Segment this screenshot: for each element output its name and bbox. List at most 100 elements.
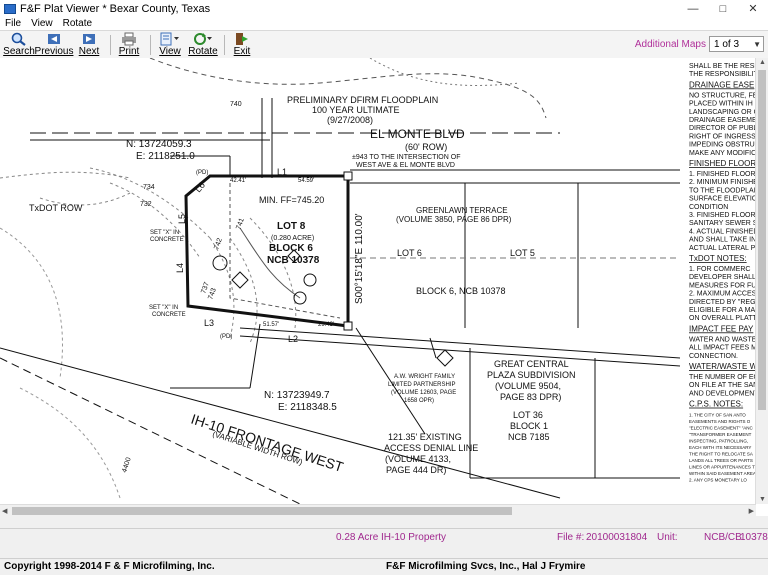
intersection-text-1: ±943 TO THE INTERSECTION OF <box>352 154 460 161</box>
view-button[interactable]: View <box>158 32 182 58</box>
label-l6: L6 <box>193 180 207 194</box>
plat-note-line: LANDS ALL TREES OR PARTS <box>689 458 753 463</box>
toolbar-separator <box>150 35 151 55</box>
plat-note-line: RIGHT OF INGRESS A <box>689 133 756 140</box>
plat-image: PRELIMINARY DFIRM FLOODPLAIN 100 YEAR UL… <box>0 58 768 505</box>
maximize-button[interactable]: □ <box>708 0 738 18</box>
credit-text: F&F Microfilming Svcs, Inc., Hal J Frymi… <box>386 561 586 572</box>
contour-732: 732 <box>140 201 152 208</box>
road-row: (60' ROW) <box>405 142 447 152</box>
plat-note-line: 2. MINIMUM FINISHE <box>689 179 756 186</box>
coord-e1: E: 2118251.0 <box>136 151 195 162</box>
exit-button[interactable]: Exit <box>232 32 252 58</box>
property-description: 0.28 Acre IH-10 Property <box>336 532 447 543</box>
label-l1: L1 <box>277 167 287 177</box>
access-denial-1: 121.35' EXISTING <box>388 432 462 442</box>
plat-note-line: ELIGIBLE FOR A MAX <box>689 307 756 314</box>
great-central-2: PLAZA SUBDIVISION <box>487 370 576 380</box>
rotate-button[interactable]: Rotate <box>188 32 218 58</box>
scroll-left-icon[interactable]: ◀ <box>2 507 7 515</box>
next-button[interactable]: Next <box>78 32 100 58</box>
frontage-road: IH-10 FRONTAGE WEST <box>189 411 346 476</box>
plat-note-line: SHALL BE THE RESPO <box>689 63 756 70</box>
plat-note-line: INSPECTING, PATROLLING, <box>689 439 748 444</box>
search-button[interactable]: Search <box>3 32 35 58</box>
pd-label-1: (PD) <box>196 170 208 176</box>
additional-maps-label: Additional Maps <box>634 39 706 50</box>
bearing-label: S00°15'18"E 110.00' <box>354 213 365 304</box>
previous-button[interactable]: Previous <box>35 32 73 58</box>
floodplain-text-2: 100 YEAR ULTIMATE <box>312 105 400 115</box>
lot36-3: NCB 7185 <box>508 432 550 442</box>
plat-note-line: CONNECTION. <box>689 353 738 360</box>
dim-3: 51.57' <box>263 322 279 328</box>
plat-note-line: C.P.S. NOTES: <box>689 400 743 409</box>
access-denial-4: PAGE 444 DR) <box>386 465 446 475</box>
plat-note-line: MAKE ANY MODIFICA <box>689 150 756 157</box>
plat-note-line: AND SHALL TAKE INT <box>689 237 756 244</box>
floodplain-text-1: PRELIMINARY DFIRM FLOODPLAIN <box>287 95 438 105</box>
plat-note-line: ALL IMPACT FEES M <box>689 345 756 352</box>
access-denial-3: (VOLUME 4133, <box>385 454 451 464</box>
menu-view[interactable]: View <box>26 18 58 30</box>
block6-label: BLOCK 6 <box>269 243 313 254</box>
print-label: Print <box>118 46 140 57</box>
contour-741: 741 <box>235 217 246 230</box>
plat-note-line: NO STRUCTURE, FEN <box>689 92 756 99</box>
minimize-button[interactable]: — <box>678 0 708 18</box>
block-ncb-label: BLOCK 6, NCB 10378 <box>416 286 506 296</box>
lot5-label: LOT 5 <box>510 248 535 258</box>
plat-notes: SHALL BE THE RESPOTHE RESPONSIBILITY C DR… <box>689 63 768 483</box>
next-icon <box>81 32 97 46</box>
chevron-down-icon: ▼ <box>753 40 761 49</box>
dim-4: 29.43' <box>318 322 334 328</box>
plat-note-line: WATER/WASTE W <box>689 362 756 371</box>
view-icon <box>160 32 180 46</box>
vertical-scrollbar[interactable]: ▲ ▼ <box>755 58 768 504</box>
contour-742: 742 <box>213 237 224 250</box>
print-button[interactable]: Print <box>119 32 139 58</box>
min-ff: MIN. FF=745.20 <box>259 195 324 205</box>
plat-note-line: IMPEDING OBSTRUC <box>689 142 756 149</box>
great-central-4: PAGE 83 DPR) <box>500 392 561 402</box>
close-button[interactable]: ✕ <box>738 0 768 18</box>
plat-viewer[interactable]: PRELIMINARY DFIRM FLOODPLAIN 100 YEAR UL… <box>0 58 768 516</box>
previous-icon <box>46 32 62 46</box>
scroll-right-icon[interactable]: ▶ <box>749 507 754 515</box>
horizontal-scroll-thumb[interactable] <box>12 507 512 515</box>
plat-note-line: FINISHED FLOOR <box>689 159 756 168</box>
file-number-label: File #: <box>557 532 585 543</box>
plat-note-line: ON OVERALL PLATTE <box>689 315 756 322</box>
great-central-3: (VOLUME 9504, <box>495 381 561 391</box>
next-label: Next <box>78 46 100 57</box>
plat-note-line: 4. ACTUAL FINISHED <box>689 228 756 235</box>
vertical-scroll-thumb[interactable] <box>758 70 766 410</box>
plat-note-line: ACTUAL LATERAL PLA <box>689 245 756 252</box>
aw-wright-4: 1658 OPR) <box>404 398 434 404</box>
plat-note-line: THE NUMBER OF EQ <box>689 374 756 381</box>
acre-label: (0.280 ACRE) <box>271 235 314 242</box>
plat-note-line: DRAINAGE EASEMEN <box>689 117 756 124</box>
menu-rotate[interactable]: Rotate <box>58 18 97 30</box>
ncb-label: NCB 10378 <box>267 255 320 266</box>
toolbar-separator <box>110 35 111 55</box>
status-bar: 0.28 Acre IH-10 Property File #: 2010003… <box>0 528 768 547</box>
exit-icon <box>234 32 250 46</box>
floodplain-text-3: (9/27/2008) <box>327 115 373 125</box>
contour-740: 740 <box>230 101 242 108</box>
scroll-up-icon[interactable]: ▲ <box>759 59 766 66</box>
plat-note-line: MEASURES FOR FUTUF <box>689 282 756 289</box>
menu-file[interactable]: File <box>0 18 26 30</box>
window-controls: — □ ✕ <box>678 0 768 18</box>
aw-wright-3: (VOLUME 12603, PAGE <box>391 390 456 396</box>
plat-note-line: LANDSCAPING OR C <box>689 109 756 116</box>
scroll-down-icon[interactable]: ▼ <box>759 496 766 503</box>
lot36-1: LOT 36 <box>513 410 543 420</box>
greenlawn-2: (VOLUME 3850, PAGE 86 DPR) <box>396 215 512 224</box>
coord-e2: E: 2118348.5 <box>278 402 337 413</box>
plat-note-line: 1. FINISHED FLOOR EL <box>689 171 756 178</box>
horizontal-scrollbar[interactable]: ◀ ▶ <box>0 504 756 517</box>
plat-note-line: SURFACE ELEVATION <box>689 196 756 203</box>
page-select[interactable]: 1 of 3 ▼ <box>709 36 764 52</box>
copyright-text: Copyright 1998-2014 F & F Microfilming, … <box>4 561 215 572</box>
